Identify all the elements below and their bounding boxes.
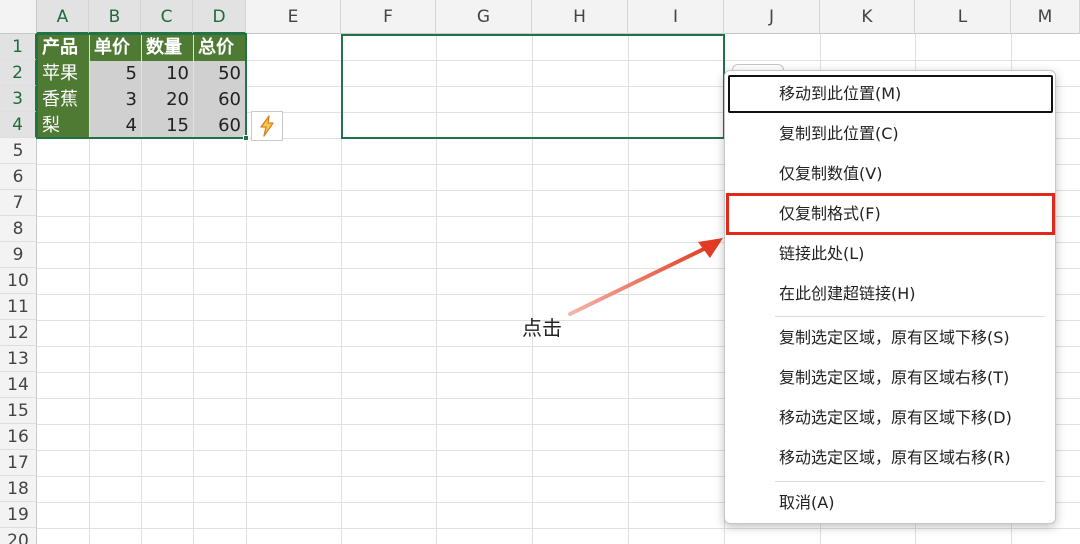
menu-item-link-here[interactable]: 链接此处(L) [728,235,1053,273]
cell-product[interactable]: 苹果 [38,61,89,87]
column-header-j[interactable]: J [724,0,820,34]
column-header-f[interactable]: F [341,0,436,34]
row-header-11[interactable]: 11 [0,294,37,320]
menu-item-create-hyperlink[interactable]: 在此创建超链接(H) [728,275,1053,313]
row-header-7[interactable]: 7 [0,190,37,216]
column-header-b[interactable]: B [89,0,141,34]
menu-separator [775,316,1045,317]
row-header-14[interactable]: 14 [0,372,37,398]
cell-product[interactable]: 梨 [38,113,89,139]
select-all-corner[interactable] [0,0,37,34]
column-header-c[interactable]: C [141,0,193,34]
row-header-18[interactable]: 18 [0,476,37,502]
cell-total[interactable]: 60 [194,87,245,113]
cell-quantity[interactable]: 20 [142,87,193,113]
cell-quantity[interactable]: 10 [142,61,193,87]
menu-item-move-here[interactable]: 移动到此位置(M) [728,75,1053,113]
quick-analysis-button[interactable] [251,111,283,141]
annotation-arrow-icon [568,238,723,316]
menu-item-copy-values-only[interactable]: 仅复制数值(V) [728,155,1053,193]
cell-price[interactable]: 5 [90,61,141,87]
annotation-label: 点击 [522,316,562,340]
menu-item-move-shift-right[interactable]: 移动选定区域，原有区域右移(R) [728,439,1053,477]
menu-item-move-shift-down[interactable]: 移动选定区域，原有区域下移(D) [728,399,1053,437]
cell-product[interactable]: 香蕉 [38,87,89,113]
row-header-19[interactable]: 19 [0,502,37,528]
menu-item-copy-shift-right[interactable]: 复制选定区域，原有区域右移(T) [728,359,1053,397]
column-header-g[interactable]: G [436,0,532,34]
row-header-12[interactable]: 12 [0,320,37,346]
cell-quantity[interactable]: 15 [142,113,193,139]
lightning-icon [260,115,274,137]
column-header-k[interactable]: K [820,0,915,34]
cell-total[interactable]: 50 [194,61,245,87]
cell-header-total[interactable]: 总价 [194,35,245,61]
drag-destination-outline [341,34,725,139]
row-header-5[interactable]: 5 [0,138,37,164]
row-header-3[interactable]: 3 [0,86,37,112]
row-header-8[interactable]: 8 [0,216,37,242]
row-header-2[interactable]: 2 [0,60,37,86]
menu-item-copy-shift-down[interactable]: 复制选定区域，原有区域下移(S) [728,319,1053,357]
menu-item-cancel[interactable]: 取消(A) [728,484,1053,522]
column-header-a[interactable]: A [37,0,89,34]
cell-price[interactable]: 3 [90,87,141,113]
column-header-d[interactable]: D [193,0,246,34]
column-header-h[interactable]: H [532,0,628,34]
row-header-9[interactable]: 9 [0,242,37,268]
row-header-16[interactable]: 16 [0,424,37,450]
cell-header-price[interactable]: 单价 [90,35,141,61]
column-header-l[interactable]: L [915,0,1011,34]
row-header-1[interactable]: 1 [0,34,37,60]
column-header-e[interactable]: E [246,0,341,34]
cell-price[interactable]: 4 [90,113,141,139]
context-menu: 移动到此位置(M) 复制到此位置(C) 仅复制数值(V) 仅复制格式(F) 链接… [724,70,1056,524]
menu-separator [775,481,1045,482]
row-header-4[interactable]: 4 [0,112,37,138]
cell-total[interactable]: 60 [194,113,245,139]
row-header-6[interactable]: 6 [0,164,37,190]
menu-item-copy-formats-only[interactable]: 仅复制格式(F) [726,193,1055,235]
column-header-i[interactable]: I [628,0,724,34]
row-header-17[interactable]: 17 [0,450,37,476]
row-header-15[interactable]: 15 [0,398,37,424]
menu-item-copy-here[interactable]: 复制到此位置(C) [728,115,1053,153]
cell-header-quantity[interactable]: 数量 [142,35,193,61]
cell-header-product[interactable]: 产品 [38,35,89,61]
column-header-m[interactable]: M [1011,0,1080,34]
row-header-10[interactable]: 10 [0,268,37,294]
row-header-20[interactable]: 20 [0,528,37,544]
row-header-13[interactable]: 13 [0,346,37,372]
fill-handle[interactable] [243,135,249,141]
